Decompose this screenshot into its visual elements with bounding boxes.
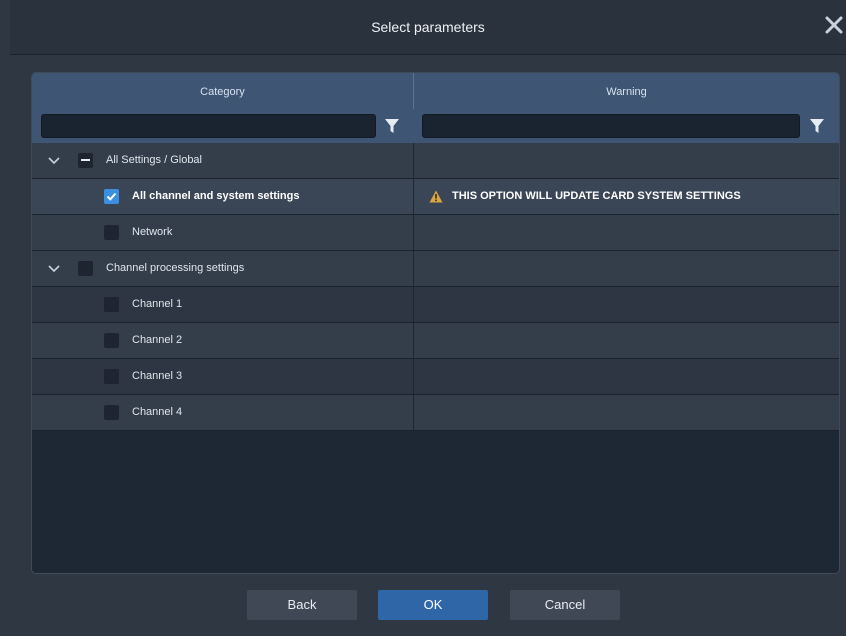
checkbox-channel-1[interactable]: [104, 297, 119, 312]
row-label: Channel 2: [132, 334, 183, 346]
grid-header: Category Warning: [32, 73, 839, 110]
filter-icon[interactable]: [384, 117, 400, 135]
dialog-title: Select parameters: [371, 19, 485, 35]
tree-row-channel-1[interactable]: Channel 1: [32, 287, 839, 323]
row-label: All channel and system settings: [132, 190, 300, 202]
row-label: All Settings / Global: [106, 154, 202, 166]
row-label: Channel processing settings: [106, 262, 245, 274]
back-button[interactable]: Back: [247, 590, 357, 620]
row-label: Channel 1: [132, 298, 183, 310]
tree-row-channel-processing-settings[interactable]: Channel processing settings: [32, 251, 839, 287]
checkbox-all-settings-global[interactable]: [78, 153, 93, 168]
row-label: Channel 4: [132, 406, 183, 418]
chevron-down-icon[interactable]: [47, 153, 61, 167]
checkbox-channel-4[interactable]: [104, 405, 119, 420]
warning-triangle-icon: [429, 190, 443, 203]
ok-button[interactable]: OK: [378, 590, 488, 620]
checkbox-channel-3[interactable]: [104, 369, 119, 384]
filter-row: [32, 109, 839, 143]
checkbox-network[interactable]: [104, 225, 119, 240]
parameters-grid: Category Warning All Settings / Global A…: [31, 72, 840, 574]
row-label: Network: [132, 226, 173, 238]
tree-row-network[interactable]: Network: [32, 215, 839, 251]
tree-row-channel-3[interactable]: Channel 3: [32, 359, 839, 395]
column-header-category[interactable]: Category: [32, 73, 413, 109]
warning-filter-input[interactable]: [422, 114, 800, 138]
checkbox-channel-2[interactable]: [104, 333, 119, 348]
select-parameters-dialog: Select parameters Category Warning All S…: [0, 0, 846, 636]
tree-row-all-channel-system-settings[interactable]: All channel and system settings THIS OPT…: [32, 179, 839, 215]
column-header-warning[interactable]: Warning: [414, 73, 839, 109]
filter-icon[interactable]: [809, 117, 825, 135]
checkbox-all-channel-system-settings[interactable]: [104, 189, 119, 204]
grid-rows: All Settings / Global All channel and sy…: [32, 143, 839, 431]
dialog-titlebar: Select parameters: [10, 0, 846, 55]
warning-text: THIS OPTION WILL UPDATE CARD SYSTEM SETT…: [452, 190, 741, 202]
close-icon[interactable]: [822, 12, 846, 40]
tree-row-channel-2[interactable]: Channel 2: [32, 323, 839, 359]
row-label: Channel 3: [132, 370, 183, 382]
cancel-button[interactable]: Cancel: [510, 590, 620, 620]
tree-row-channel-4[interactable]: Channel 4: [32, 395, 839, 431]
category-filter-input[interactable]: [41, 114, 376, 138]
chevron-down-icon[interactable]: [47, 261, 61, 275]
dialog-footer: Back OK Cancel: [0, 580, 846, 636]
tree-row-all-settings-global[interactable]: All Settings / Global: [32, 143, 839, 179]
checkbox-channel-processing-settings[interactable]: [78, 261, 93, 276]
